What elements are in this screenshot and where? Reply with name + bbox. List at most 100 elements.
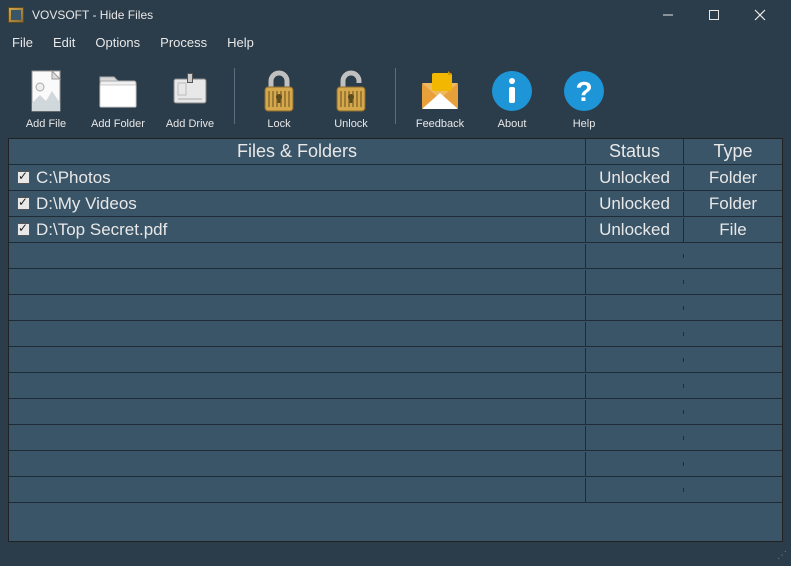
add-folder-button[interactable]: Add Folder (84, 60, 152, 132)
toolbar: Add File Add Folder Add Drive Lock Unloc… (0, 54, 791, 138)
cell-path (9, 478, 586, 502)
cell-path: C:\Photos (9, 166, 586, 190)
unlock-icon (328, 68, 374, 114)
add-folder-label: Add Folder (91, 118, 145, 130)
cell-type (684, 306, 782, 310)
add-drive-label: Add Drive (166, 118, 214, 130)
toolbar-separator (234, 68, 235, 124)
cell-status (586, 410, 684, 414)
cell-path (9, 452, 586, 476)
info-icon (489, 68, 535, 114)
cell-type (684, 254, 782, 258)
cell-path (9, 348, 586, 372)
table-row (9, 425, 782, 451)
table-row[interactable]: D:\Top Secret.pdf UnlockedFile (9, 217, 782, 243)
toolbar-separator (395, 68, 396, 124)
lock-label: Lock (267, 118, 290, 130)
cell-type (684, 436, 782, 440)
col-files-header[interactable]: Files & Folders (9, 139, 586, 164)
menu-bar: File Edit Options Process Help (0, 30, 791, 54)
cell-status (586, 280, 684, 284)
row-checkbox[interactable] (17, 171, 30, 184)
cell-type (684, 462, 782, 466)
lock-button[interactable]: Lock (245, 60, 313, 132)
minimize-button[interactable] (645, 0, 691, 30)
menu-process[interactable]: Process (152, 33, 215, 52)
cell-type (684, 280, 782, 284)
window-controls (645, 0, 783, 30)
maximize-icon (708, 9, 720, 21)
row-path-text: D:\My Videos (36, 194, 137, 214)
help-button[interactable]: ? Help (550, 60, 618, 132)
about-button[interactable]: About (478, 60, 546, 132)
unlock-label: Unlock (334, 118, 368, 130)
unlock-button[interactable]: Unlock (317, 60, 385, 132)
table-row (9, 399, 782, 425)
table-row[interactable]: C:\PhotosUnlockedFolder (9, 165, 782, 191)
feedback-label: Feedback (416, 118, 464, 130)
cell-type (684, 358, 782, 362)
row-checkbox[interactable] (17, 223, 30, 236)
cell-path (9, 426, 586, 450)
col-status-header[interactable]: Status (586, 139, 684, 164)
cell-status (586, 332, 684, 336)
help-icon: ? (561, 68, 607, 114)
menu-help[interactable]: Help (219, 33, 262, 52)
resize-grip[interactable]: ⋰ (777, 550, 787, 566)
table-body: C:\PhotosUnlockedFolderD:\My VideosUnloc… (9, 165, 782, 503)
table-row (9, 347, 782, 373)
table-row (9, 269, 782, 295)
cell-status (586, 254, 684, 258)
table-row[interactable]: D:\My Videos UnlockedFolder (9, 191, 782, 217)
status-bar: ⋰ (0, 550, 791, 566)
cell-path (9, 270, 586, 294)
cell-status (586, 436, 684, 440)
menu-edit[interactable]: Edit (45, 33, 83, 52)
close-button[interactable] (737, 0, 783, 30)
table-row (9, 295, 782, 321)
add-drive-button[interactable]: Add Drive (156, 60, 224, 132)
cell-path (9, 296, 586, 320)
row-path-text: D:\Top Secret.pdf (36, 220, 167, 240)
minimize-icon (662, 9, 674, 21)
table-row (9, 477, 782, 503)
cell-status (586, 462, 684, 466)
add-file-label: Add File (26, 118, 66, 130)
add-file-button[interactable]: Add File (12, 60, 80, 132)
cell-type (684, 332, 782, 336)
cell-type (684, 384, 782, 388)
menu-options[interactable]: Options (87, 33, 148, 52)
cell-type: Folder (684, 192, 782, 216)
cell-path: D:\My Videos (9, 192, 586, 216)
maximize-button[interactable] (691, 0, 737, 30)
feedback-icon (417, 68, 463, 114)
file-table: Files & Folders Status Type C:\PhotosUnl… (8, 138, 783, 542)
cell-status: Unlocked (586, 166, 684, 190)
table-header: Files & Folders Status Type (9, 139, 782, 165)
row-checkbox[interactable] (17, 197, 30, 210)
cell-type (684, 488, 782, 492)
file-icon (23, 68, 69, 114)
window-title: VOVSOFT - Hide Files (32, 8, 153, 22)
cell-status (586, 306, 684, 310)
cell-status (586, 358, 684, 362)
cell-path (9, 374, 586, 398)
app-icon (8, 7, 24, 23)
cell-type: File (684, 218, 782, 242)
cell-status (586, 384, 684, 388)
cell-path (9, 400, 586, 424)
cell-path (9, 322, 586, 346)
svg-text:?: ? (575, 76, 592, 107)
feedback-button[interactable]: Feedback (406, 60, 474, 132)
cell-status: Unlocked (586, 218, 684, 242)
menu-file[interactable]: File (4, 33, 41, 52)
cell-type: Folder (684, 166, 782, 190)
cell-status (586, 488, 684, 492)
cell-status: Unlocked (586, 192, 684, 216)
col-type-header[interactable]: Type (684, 139, 782, 164)
table-row (9, 321, 782, 347)
cell-type (684, 410, 782, 414)
table-row (9, 243, 782, 269)
folder-icon (95, 68, 141, 114)
table-row (9, 451, 782, 477)
